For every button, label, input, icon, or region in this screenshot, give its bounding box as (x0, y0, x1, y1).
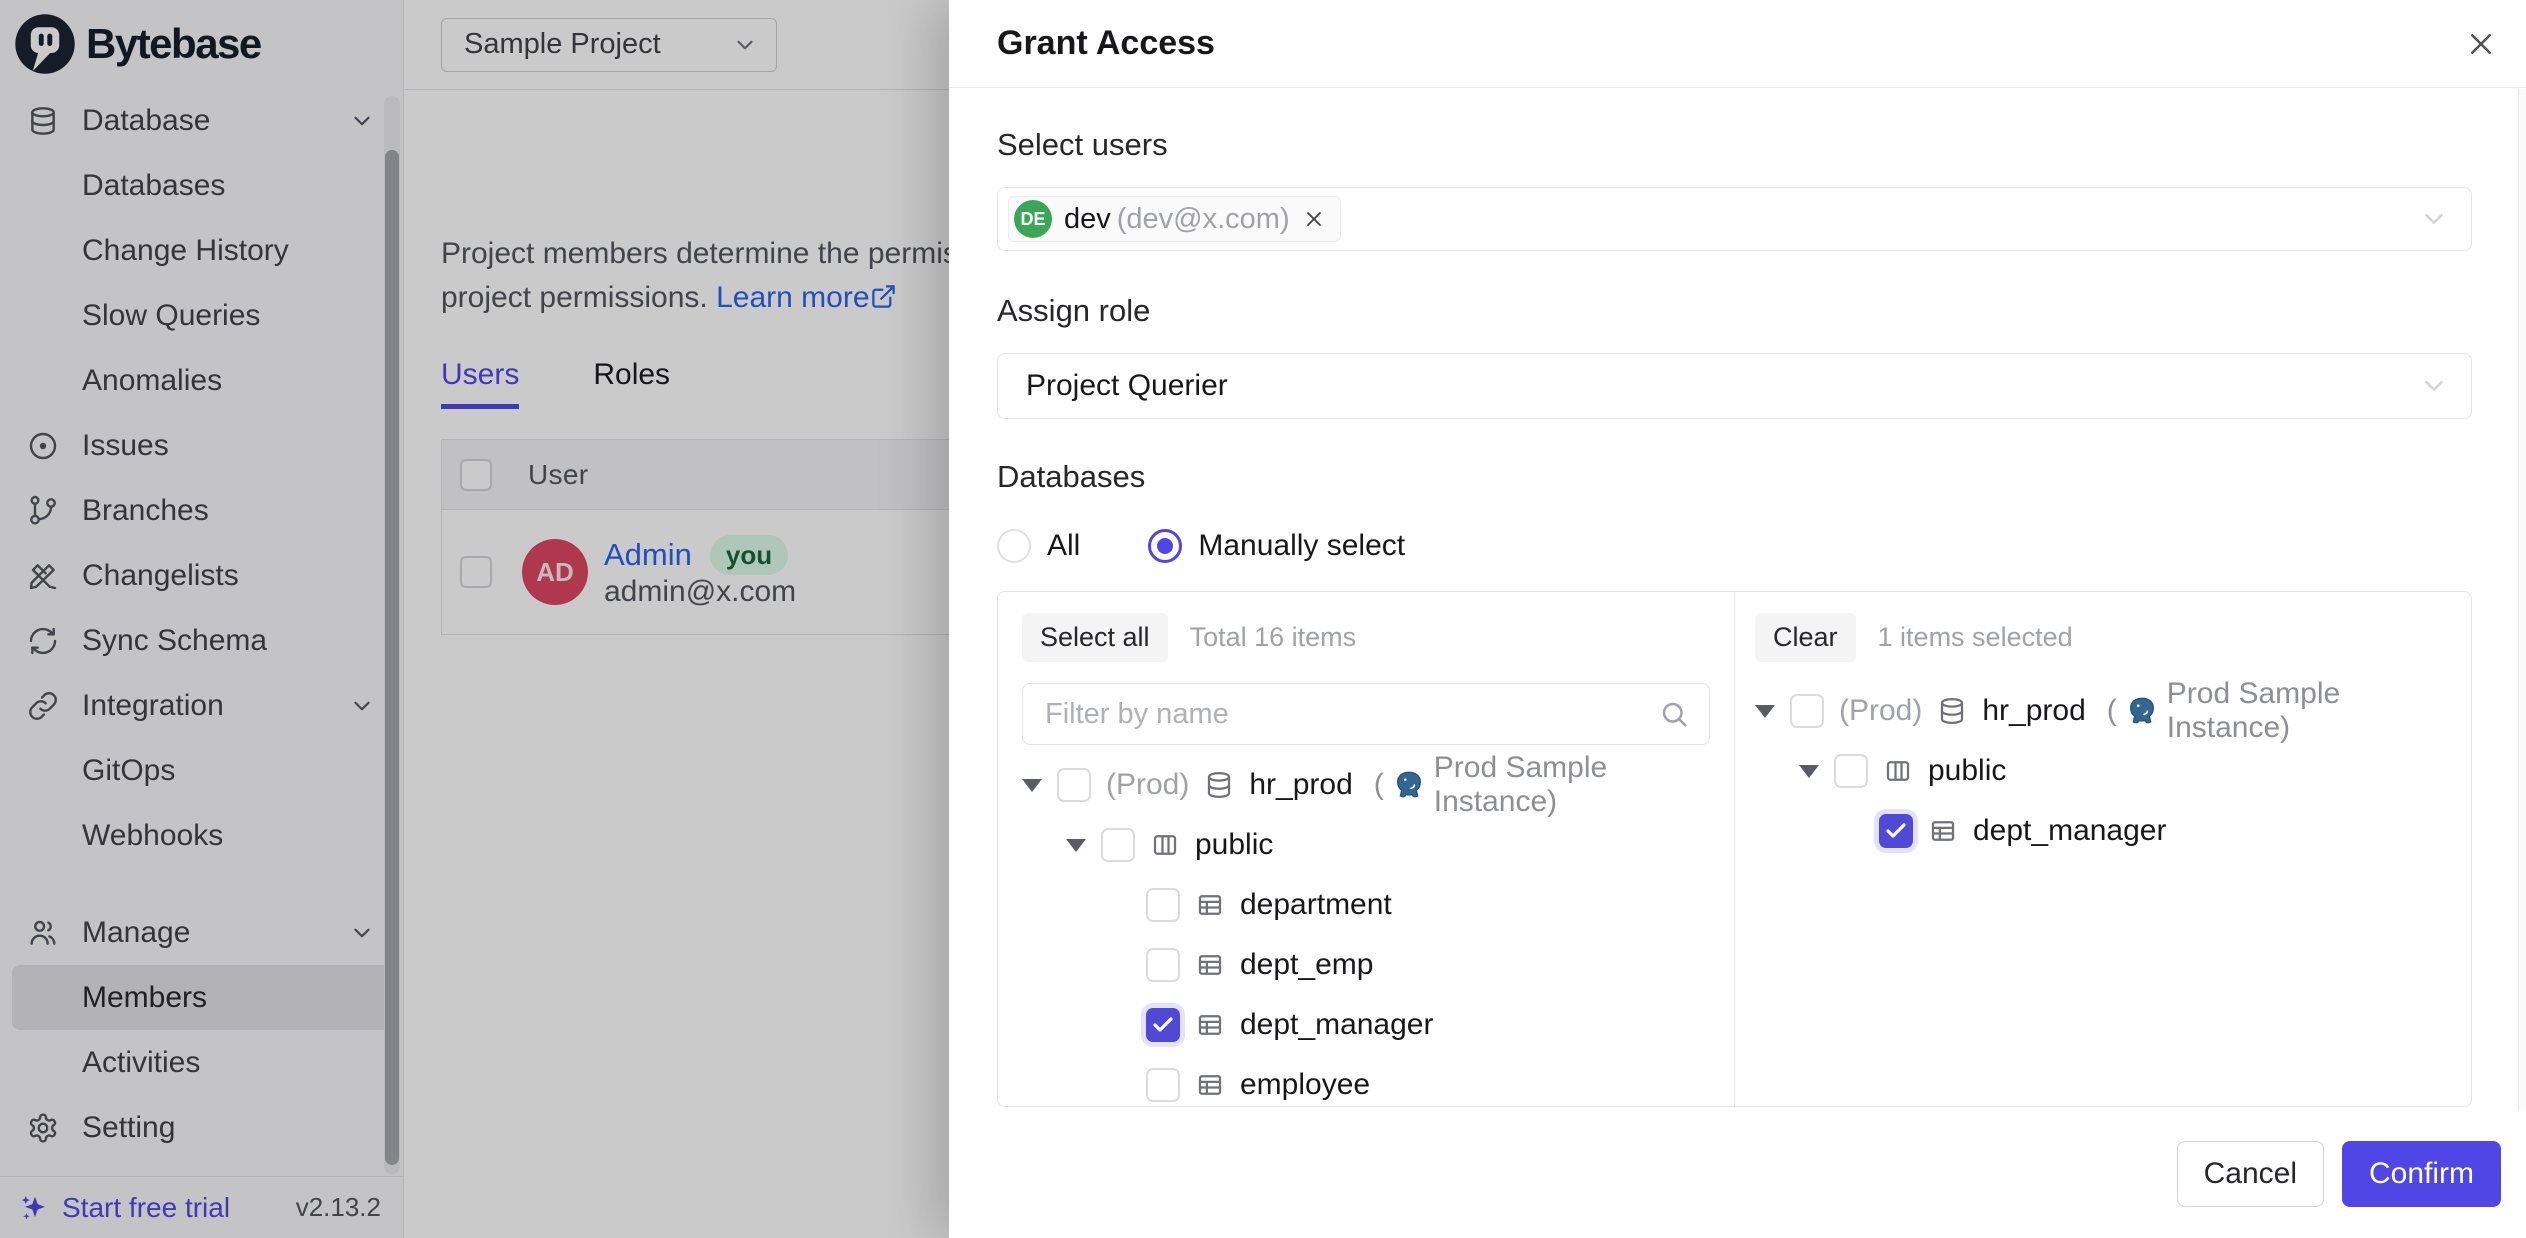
radio-selected-icon (1148, 529, 1182, 563)
tree-node-schema[interactable]: public (1022, 815, 1710, 875)
caret-down-icon[interactable] (1755, 705, 1775, 718)
checkbox[interactable] (1790, 694, 1824, 728)
confirm-button[interactable]: Confirm (2342, 1141, 2501, 1207)
caret-down-icon[interactable] (1799, 765, 1819, 778)
transfer-selected-panel: Clear 1 items selected (Prod) hr_prod ( (1735, 592, 2471, 1106)
chevron-down-icon (2419, 371, 2449, 401)
selected-count-label: 1 items selected (1878, 622, 2073, 653)
transfer-source-panel: Select all Total 16 items (Prod) (998, 592, 1735, 1106)
assign-role-label: Assign role (997, 293, 2472, 329)
selected-user-name: dev (1064, 203, 1111, 236)
database-icon (1204, 770, 1234, 800)
grant-access-modal: Grant Access Select users DE dev (dev@x.… (949, 0, 2526, 1238)
postgresql-icon (2126, 695, 2158, 727)
modal-title: Grant Access (997, 24, 1215, 63)
select-users-label: Select users (997, 127, 2472, 163)
modal-body: Select users DE dev (dev@x.com) Assign r… (949, 89, 2526, 1110)
tree-node-table[interactable]: department (1022, 875, 1710, 935)
selected-user-tag: DE dev (dev@x.com) (1008, 196, 1341, 242)
radio-icon (997, 529, 1031, 563)
table-icon (1928, 816, 1958, 846)
chevron-down-icon (2419, 204, 2449, 234)
selected-user-email: (dev@x.com) (1117, 203, 1290, 236)
checkbox[interactable] (1146, 888, 1180, 922)
clear-button[interactable]: Clear (1755, 613, 1856, 662)
checkbox-checked[interactable] (1879, 814, 1913, 848)
checkbox[interactable] (1101, 828, 1135, 862)
bytebase-app: Bytebase Database Databases Change Histo… (0, 0, 2526, 1238)
database-icon (1937, 696, 1967, 726)
table-icon (1195, 1010, 1225, 1040)
remove-user-icon[interactable] (1302, 207, 1326, 231)
select-all-button[interactable]: Select all (1022, 613, 1168, 662)
tree-node-table[interactable]: dept_manager (1022, 995, 1710, 1055)
assign-role-select[interactable]: Project Querier (997, 353, 2472, 419)
tree-node-table[interactable]: dept_manager (1755, 801, 2451, 861)
filter-box (1022, 683, 1710, 745)
database-scope-options: All Manually select (997, 529, 2472, 563)
modal-footer: Cancel Confirm (949, 1110, 2526, 1238)
tree-node-database[interactable]: (Prod) hr_prod ( Prod Sample Instance) (1755, 681, 2451, 741)
filter-input[interactable] (1027, 698, 1659, 731)
caret-down-icon[interactable] (1066, 839, 1086, 852)
assign-role-value: Project Querier (1026, 369, 1228, 403)
source-tree: (Prod) hr_prod ( Prod Sample Instance) p… (1022, 755, 1710, 1106)
selected-tree: (Prod) hr_prod ( Prod Sample Instance) p… (1755, 681, 2451, 861)
tree-node-table[interactable]: dept_emp (1022, 935, 1710, 995)
table-icon (1195, 890, 1225, 920)
select-users-input[interactable]: DE dev (dev@x.com) (997, 187, 2472, 251)
checkbox[interactable] (1146, 1068, 1180, 1102)
tree-node-database[interactable]: (Prod) hr_prod ( Prod Sample Instance) (1022, 755, 1710, 815)
total-items-label: Total 16 items (1190, 622, 1357, 653)
databases-label: Databases (997, 459, 2472, 495)
database-transfer: Select all Total 16 items (Prod) (997, 591, 2472, 1107)
avatar: DE (1014, 200, 1052, 238)
schema-icon (1883, 756, 1913, 786)
cancel-button[interactable]: Cancel (2177, 1141, 2324, 1207)
radio-manually-select[interactable]: Manually select (1148, 529, 1405, 563)
checkbox-checked[interactable] (1146, 1008, 1180, 1042)
schema-icon (1150, 830, 1180, 860)
tree-node-schema[interactable]: public (1755, 741, 2451, 801)
close-icon[interactable] (2466, 29, 2496, 59)
table-icon (1195, 950, 1225, 980)
radio-all[interactable]: All (997, 529, 1080, 563)
modal-header: Grant Access (949, 0, 2526, 88)
table-icon (1195, 1070, 1225, 1100)
search-icon (1659, 699, 1689, 729)
caret-down-icon[interactable] (1022, 779, 1042, 792)
checkbox[interactable] (1146, 948, 1180, 982)
checkbox[interactable] (1057, 768, 1091, 802)
checkbox[interactable] (1834, 754, 1868, 788)
tree-node-table[interactable]: employee (1022, 1055, 1710, 1106)
postgresql-icon (1393, 769, 1425, 801)
